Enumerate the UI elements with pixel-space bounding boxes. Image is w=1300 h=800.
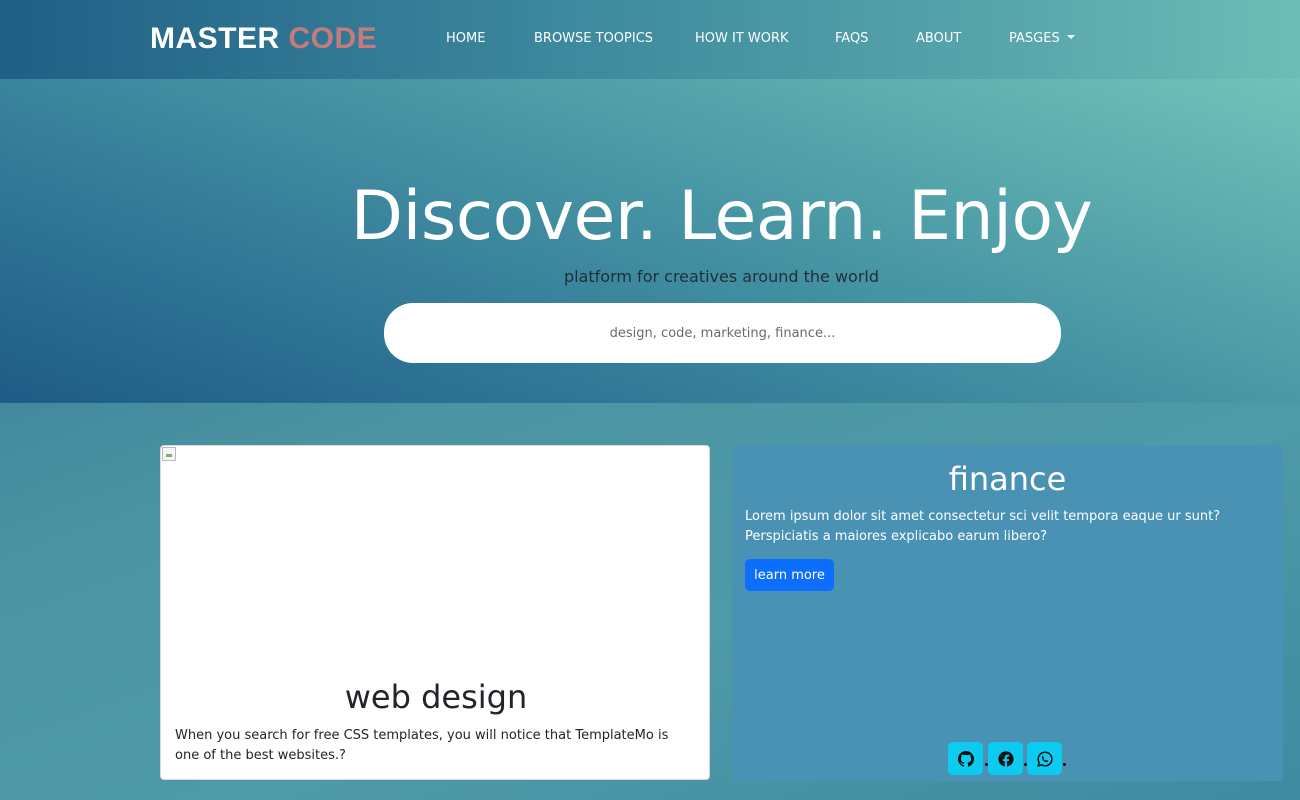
nav-how-it-work[interactable]: HOW IT WORK <box>695 31 789 46</box>
brand-logo[interactable]: MASTER CODE <box>150 22 377 56</box>
learn-more-button[interactable]: learn more <box>745 559 834 591</box>
nav-pages-dropdown[interactable]: PASGES <box>1009 31 1075 46</box>
hero-title: Discover. Learn. Enjoy <box>350 177 1093 256</box>
whatsapp-button[interactable] <box>1027 742 1062 775</box>
card-text: Lorem ipsum dolor sit amet consectetur s… <box>745 509 1221 544</box>
separator-dot <box>1063 763 1066 766</box>
hero-section: Discover. Learn. Enjoy platform for crea… <box>0 79 1300 403</box>
card-title: web design <box>344 678 528 716</box>
navbar: MASTER CODE HOME BROWSE TOOPICS HOW IT W… <box>0 0 1300 79</box>
facebook-button[interactable] <box>988 742 1023 775</box>
nav-home[interactable]: HOME <box>446 31 485 46</box>
brand-accent: CODE <box>288 22 378 55</box>
hero-subtitle: platform for creatives around the world <box>563 267 880 286</box>
nav-faqs[interactable]: FAQS <box>835 31 868 46</box>
card-finance: finance Lorem ipsum dolor sit amet conse… <box>732 445 1283 781</box>
nav-pages-label: PASGES <box>1009 31 1060 46</box>
whatsapp-icon <box>1036 750 1053 767</box>
nav-browse-topics[interactable]: BROWSE TOOPICS <box>534 31 653 46</box>
nav-about[interactable]: ABOUT <box>916 31 961 46</box>
github-button[interactable] <box>948 742 983 775</box>
search-input[interactable] <box>384 303 1061 363</box>
brand-text: MASTER <box>150 22 280 55</box>
github-icon <box>957 750 974 767</box>
card-web-design: web design When you search for free CSS … <box>160 445 710 780</box>
facebook-icon <box>997 750 1014 767</box>
chevron-down-icon <box>1066 35 1075 39</box>
card-title: finance <box>948 460 1067 498</box>
broken-image-icon <box>162 447 176 461</box>
card-text: When you search for free CSS templates, … <box>175 728 669 763</box>
